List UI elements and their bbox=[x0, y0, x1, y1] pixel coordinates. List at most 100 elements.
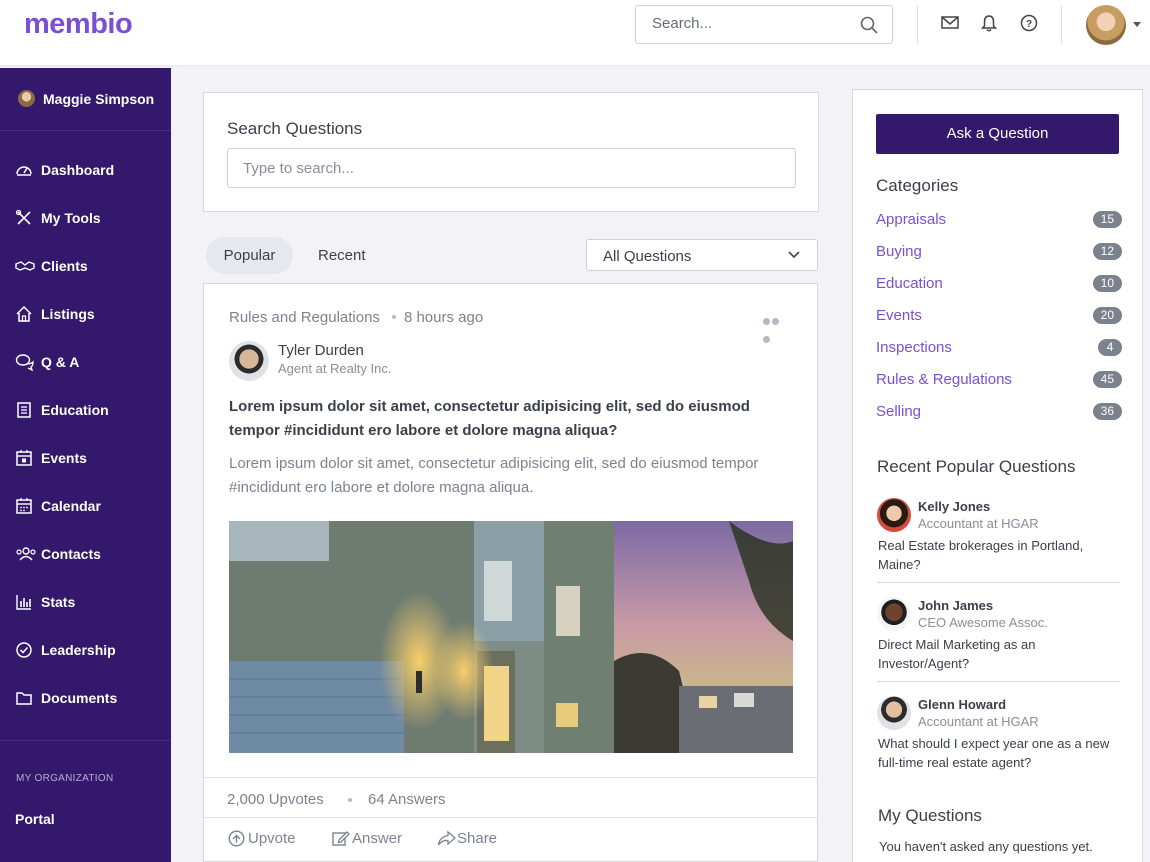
category-name[interactable]: Selling bbox=[876, 403, 921, 420]
category-name[interactable]: Buying bbox=[876, 243, 922, 260]
category-item[interactable]: Appraisals 15 bbox=[876, 209, 1122, 231]
question-filter-select[interactable]: All Questions bbox=[586, 239, 818, 271]
recent-question-text[interactable]: What should I expect year one as a new f… bbox=[878, 734, 1113, 772]
recent-author-name: John James bbox=[918, 598, 994, 613]
recent-author-role: Accountant at HGAR bbox=[918, 516, 1039, 531]
user-avatar[interactable] bbox=[1086, 5, 1126, 45]
separator-dot bbox=[391, 315, 396, 319]
question-search-input[interactable] bbox=[243, 160, 743, 177]
category-name[interactable]: Rules & Regulations bbox=[876, 371, 1012, 388]
upvote-count[interactable]: 2,000 Upvotes bbox=[227, 791, 324, 808]
more-options-icon[interactable] bbox=[763, 312, 789, 343]
sidebar-item-clients[interactable]: Clients bbox=[0, 248, 171, 284]
recent-popular-title: Recent Popular Questions bbox=[877, 457, 1076, 476]
separator-dot bbox=[348, 798, 352, 802]
category-count-badge: 15 bbox=[1092, 211, 1122, 228]
answer-label: Answer bbox=[352, 830, 403, 847]
sidebar-item-contacts[interactable]: Contacts bbox=[0, 536, 171, 572]
divider bbox=[877, 582, 1120, 583]
sidebar-item-q-and-a[interactable]: Q & A bbox=[0, 344, 171, 380]
my-questions-empty: You haven't asked any questions yet. bbox=[879, 839, 1093, 854]
chevron-down-icon bbox=[788, 251, 800, 259]
author-avatar[interactable] bbox=[229, 341, 269, 381]
share-icon bbox=[437, 830, 456, 846]
tools-icon bbox=[15, 209, 31, 225]
sidebar-item-stats[interactable]: Stats bbox=[0, 584, 171, 620]
category-item[interactable]: Rules & Regulations 45 bbox=[876, 369, 1122, 391]
sidebar-user[interactable]: Maggie Simpson bbox=[0, 68, 171, 131]
sidebar-item-label: Stats bbox=[41, 594, 76, 610]
category-name[interactable]: Inspections bbox=[876, 339, 952, 356]
share-label: Share bbox=[457, 830, 498, 847]
edit-icon bbox=[332, 831, 350, 846]
answer-count[interactable]: 64 Answers bbox=[368, 791, 446, 808]
filter-selected-value: All Questions bbox=[603, 248, 692, 265]
upvote-icon bbox=[228, 830, 245, 847]
divider bbox=[1061, 6, 1062, 44]
sidebar-item-documents[interactable]: Documents bbox=[0, 680, 171, 716]
organization-section: MY ORGANIZATION Portal bbox=[0, 740, 171, 827]
category-item[interactable]: Inspections 4 bbox=[876, 337, 1122, 359]
recent-question-text[interactable]: Real Estate brokerages in Portland, Main… bbox=[878, 536, 1113, 574]
calendar-icon bbox=[16, 498, 32, 514]
sidebar-item-education[interactable]: Education bbox=[0, 392, 171, 428]
sidebar-item-label: Clients bbox=[41, 258, 88, 274]
recent-author-role: CEO Awesome Assoc. bbox=[918, 615, 1048, 630]
avatar bbox=[877, 498, 911, 532]
handshake-icon bbox=[15, 261, 35, 271]
category-count-badge: 20 bbox=[1092, 307, 1122, 324]
question-post: Rules and Regulations 8 hours ago Tyler D… bbox=[203, 283, 818, 862]
help-icon[interactable]: ? bbox=[1020, 14, 1038, 32]
category-item[interactable]: Education 10 bbox=[876, 273, 1122, 295]
caret-down-icon[interactable] bbox=[1133, 22, 1141, 27]
calendar-star-icon bbox=[16, 450, 32, 466]
category-name[interactable]: Events bbox=[876, 307, 922, 324]
search-icon[interactable] bbox=[860, 16, 878, 34]
category-count-badge: 4 bbox=[1098, 339, 1122, 356]
mail-icon[interactable] bbox=[941, 14, 959, 30]
avatar bbox=[877, 597, 911, 631]
sidebar-item-portal[interactable]: Portal bbox=[15, 811, 55, 827]
sidebar-item-label: My Tools bbox=[41, 210, 101, 226]
bell-icon[interactable] bbox=[981, 14, 997, 32]
my-questions-title: My Questions bbox=[878, 806, 982, 825]
logo[interactable]: membio bbox=[24, 8, 133, 41]
sidebar-item-my-tools[interactable]: My Tools bbox=[0, 200, 171, 236]
recent-question-text[interactable]: Direct Mail Marketing as an Investor/Age… bbox=[878, 635, 1113, 673]
sidebar-item-label: Calendar bbox=[41, 498, 101, 514]
sidebar-item-calendar[interactable]: Calendar bbox=[0, 488, 171, 524]
tab-recent[interactable]: Recent bbox=[318, 247, 366, 264]
sidebar-item-label: Dashboard bbox=[41, 162, 115, 178]
global-search[interactable] bbox=[635, 5, 893, 44]
sidebar-item-events[interactable]: Events bbox=[0, 440, 171, 476]
svg-text:?: ? bbox=[1026, 19, 1032, 30]
tab-popular[interactable]: Popular bbox=[206, 237, 293, 274]
check-circle-icon bbox=[16, 642, 32, 658]
question-search-field[interactable] bbox=[227, 148, 796, 188]
category-count-badge: 36 bbox=[1092, 403, 1122, 420]
sidebar-item-leadership[interactable]: Leadership bbox=[0, 632, 171, 668]
category-item[interactable]: Buying 12 bbox=[876, 241, 1122, 263]
sidebar-item-label: Documents bbox=[41, 690, 118, 706]
folder-icon bbox=[16, 692, 32, 705]
category-item[interactable]: Events 20 bbox=[876, 305, 1122, 327]
house-photo bbox=[229, 521, 793, 753]
dashboard-icon bbox=[16, 166, 32, 176]
post-category[interactable]: Rules and Regulations bbox=[229, 309, 380, 326]
category-item[interactable]: Selling 36 bbox=[876, 401, 1122, 423]
category-count-badge: 10 bbox=[1092, 275, 1122, 292]
global-search-input[interactable] bbox=[652, 15, 852, 32]
sidebar-item-dashboard[interactable]: Dashboard bbox=[0, 152, 171, 188]
upvote-label: Upvote bbox=[248, 830, 296, 847]
category-name[interactable]: Education bbox=[876, 275, 943, 292]
post-title[interactable]: Lorem ipsum dolor sit amet, consectetur … bbox=[229, 395, 789, 443]
category-count-badge: 45 bbox=[1092, 371, 1122, 388]
author-name[interactable]: Tyler Durden bbox=[278, 342, 364, 359]
sidebar-item-listings[interactable]: Listings bbox=[0, 296, 171, 332]
category-name[interactable]: Appraisals bbox=[876, 211, 946, 228]
sidebar-item-label: Listings bbox=[41, 306, 95, 322]
search-questions-card: Search Questions bbox=[203, 92, 819, 212]
post-image bbox=[229, 521, 793, 753]
ask-question-button[interactable]: Ask a Question bbox=[876, 114, 1119, 154]
divider bbox=[917, 6, 918, 44]
